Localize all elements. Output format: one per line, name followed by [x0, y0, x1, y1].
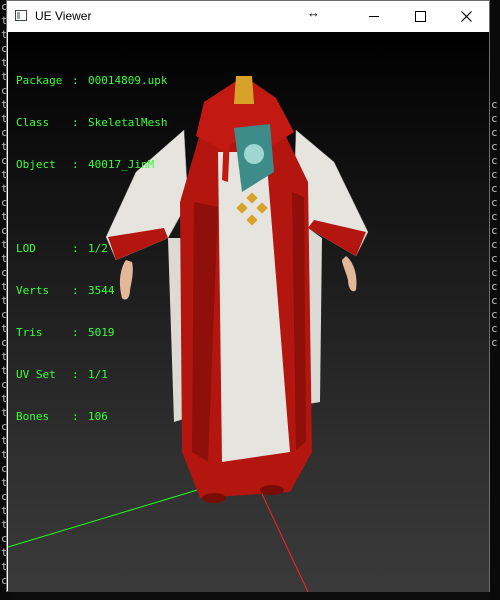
maximize-button[interactable] — [397, 1, 443, 32]
window-title: UE Viewer — [35, 9, 92, 23]
info-row-lod: LOD:1/2 — [16, 242, 108, 255]
info-row-bones: Bones:106 — [16, 410, 108, 423]
info-row-verts: Verts:3544 — [16, 284, 115, 297]
minimize-button[interactable] — [351, 1, 397, 32]
3d-viewport[interactable]: Package:00014809.upk Class: SkeletalMesh … — [8, 32, 489, 592]
mesh-info-overlay: Package:00014809.upk Class: SkeletalMesh … — [16, 46, 167, 452]
info-row-class: Class: SkeletalMesh — [16, 116, 168, 129]
info-row-uvset: UV Set:1/1 — [16, 368, 108, 381]
ue-viewer-window: UE Viewer ↔ Package: 00014809.upk Class… — [6, 0, 490, 592]
y-axis-line — [8, 487, 205, 548]
maximize-icon — [414, 11, 426, 22]
info-row-package: Package:00014809.upk — [16, 74, 168, 87]
info-row-tris: Tris:5019 — [16, 326, 115, 339]
close-icon — [460, 11, 472, 22]
info-row-object: Object:40017_JinM — [16, 158, 155, 171]
background-console-right: ccccccccc ccccccccc — [490, 0, 500, 600]
x-axis-line — [261, 493, 309, 592]
right-shoe — [260, 485, 284, 495]
title-bar[interactable]: UE Viewer ↔ — [7, 1, 489, 32]
resize-horizontal-icon: ↔ — [307, 5, 320, 20]
minimize-icon — [369, 16, 379, 17]
close-button[interactable] — [443, 1, 489, 32]
app-window-icon — [15, 10, 27, 21]
left-shoe — [202, 493, 226, 503]
right-hand — [342, 256, 357, 292]
